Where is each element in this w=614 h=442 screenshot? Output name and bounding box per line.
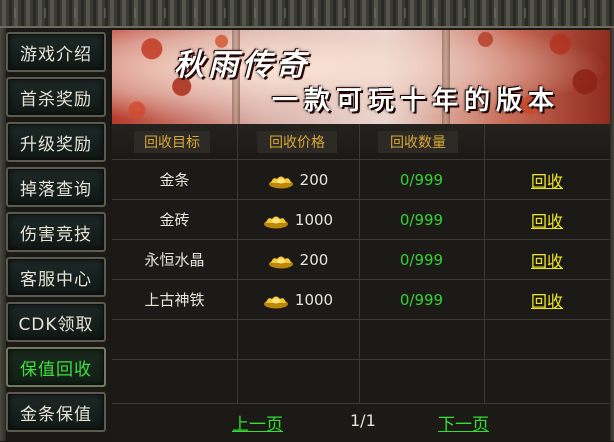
banner-slogan: 一款可玩十年的版本 [272, 86, 561, 116]
sidebar-item-game-intro[interactable]: 游戏介绍 [6, 32, 106, 72]
banner-image: 秋雨传奇 一款可玩十年的版本 [112, 30, 610, 124]
recycle-button[interactable]: 回收 [484, 200, 610, 239]
item-name: 上古神铁 [144, 291, 205, 309]
table-row: 金条 200 0/999 回收 [112, 160, 610, 200]
recycle-button[interactable]: 回收 [484, 280, 610, 319]
price-value: 200 [299, 250, 329, 269]
header-recycle-target: 回收目标 [134, 131, 210, 153]
pagination-bar: 上一页 1/1 下一页 [112, 403, 610, 442]
gold-ingot-icon [268, 176, 293, 188]
sidebar-menu: 游戏介绍 首杀奖励 升级奖励 掉落查询 伤害竞技 客服中心 CDK领取 保值回收… [6, 30, 106, 441]
table-row: 上古神铁 1000 0/999 回收 [112, 280, 610, 320]
sidebar-item-label: 客服中心 [20, 269, 92, 290]
gold-ingot-icon [268, 256, 293, 268]
sidebar-item-cdk-claim[interactable]: CDK领取 [6, 302, 106, 342]
right-border [610, 28, 614, 441]
sidebar-item-first-kill-reward[interactable]: 首杀奖励 [6, 77, 106, 117]
sidebar-item-label: 掉落查询 [20, 179, 92, 200]
item-name: 永恒水晶 [144, 251, 205, 269]
item-name: 金砖 [159, 211, 190, 229]
recycle-button[interactable]: 回收 [484, 240, 610, 279]
page-indicator: 1/1 [350, 411, 376, 430]
recycle-button[interactable]: 回收 [484, 160, 610, 199]
price-value: 1000 [294, 210, 334, 229]
table-row-empty [112, 320, 610, 360]
next-page-button[interactable]: 下一页 [438, 410, 489, 435]
sidebar-item-damage-contest[interactable]: 伤害竞技 [6, 212, 106, 252]
item-count: 0/999 [399, 250, 444, 269]
item-price: 200 [237, 240, 359, 279]
table-row-empty [112, 360, 610, 400]
recycle-table: 回收目标 回收价格 回收数量 金条 200 0/999 回收 金砖 1000 0… [112, 124, 610, 403]
item-price: 1000 [237, 200, 359, 239]
price-value: 1000 [294, 290, 334, 309]
header-recycle-count: 回收数量 [378, 131, 458, 153]
table-row: 永恒水晶 200 0/999 回收 [112, 240, 610, 280]
sidebar-item-label: 金条保值 [20, 404, 92, 425]
sidebar-item-value-recycle[interactable]: 保值回收 [6, 347, 106, 387]
gold-ingot-icon [263, 216, 288, 228]
sidebar-item-label: 升级奖励 [20, 134, 92, 155]
item-price: 200 [237, 160, 359, 199]
item-count: 0/999 [399, 170, 444, 189]
sidebar-item-label: 伤害竞技 [20, 224, 92, 245]
item-count: 0/999 [399, 290, 444, 309]
price-value: 200 [299, 170, 329, 189]
header-recycle-price: 回收价格 [257, 131, 337, 153]
sidebar-item-drop-query[interactable]: 掉落查询 [6, 167, 106, 207]
sidebar-item-customer-service[interactable]: 客服中心 [6, 257, 106, 297]
sidebar-item-gold-bar-value[interactable]: 金条保值 [6, 392, 106, 432]
table-row: 金砖 1000 0/999 回收 [112, 200, 610, 240]
sidebar-item-level-up-reward[interactable]: 升级奖励 [6, 122, 106, 162]
item-name: 金条 [159, 171, 190, 189]
item-count: 0/999 [399, 210, 444, 229]
item-price: 1000 [237, 280, 359, 319]
gold-ingot-icon [263, 296, 288, 308]
game-panel: 游戏介绍 首杀奖励 升级奖励 掉落查询 伤害竞技 客服中心 CDK领取 保值回收… [0, 0, 614, 442]
sidebar-item-label: 保值回收 [20, 359, 92, 380]
prev-page-button[interactable]: 上一页 [232, 410, 283, 435]
sidebar-item-label: 首杀奖励 [20, 89, 92, 110]
top-ornament-border [0, 0, 614, 28]
banner-game-title: 秋雨传奇 [174, 48, 310, 83]
sidebar-item-label: 游戏介绍 [20, 44, 92, 65]
sidebar-item-label: CDK领取 [18, 314, 94, 335]
table-header: 回收目标 回收价格 回收数量 [112, 124, 610, 160]
